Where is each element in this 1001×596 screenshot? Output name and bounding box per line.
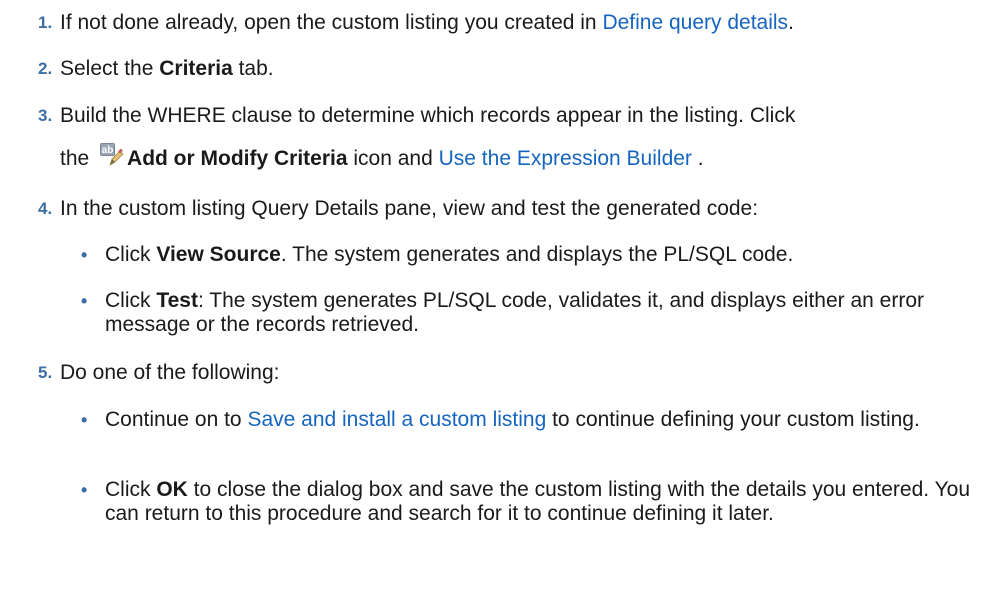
- test-label: Test: [156, 289, 198, 312]
- step-text-prefix: the: [60, 147, 96, 170]
- bullet-text: Continue on to Save and install a custom…: [105, 408, 981, 432]
- step-number: 4.: [38, 199, 53, 218]
- bullet-suffix: to continue defining your custom listing…: [546, 408, 920, 431]
- bullet-suffix: to close the dialog box and save the cus…: [105, 478, 971, 525]
- step-text-line2: the ab Add or Modify Criteria icon and U…: [60, 143, 989, 171]
- step-text: Build the WHERE clause to determine whic…: [60, 104, 989, 171]
- bullet-dot: •: [81, 245, 88, 265]
- add-modify-criteria-label: Add or Modify Criteria: [127, 147, 348, 170]
- bullet-text: Click Test: The system generates PL/SQL …: [105, 289, 981, 337]
- bullet-prefix: Click: [105, 478, 157, 501]
- step-text-suffix: .: [788, 11, 794, 34]
- step-text: If not done already, open the custom lis…: [60, 11, 989, 35]
- step-text-middle: icon and: [347, 147, 439, 170]
- view-source-label: View Source: [156, 243, 281, 266]
- step-text-line1: Build the WHERE clause to determine whic…: [60, 104, 796, 127]
- step-number: 2.: [38, 59, 53, 78]
- save-install-custom-listing-link[interactable]: Save and install a custom listing: [247, 408, 546, 431]
- criteria-tab-label: Criteria: [159, 57, 233, 80]
- bullet-suffix: : The system generates PL/SQL code, vali…: [105, 289, 925, 336]
- ok-label: OK: [156, 478, 188, 501]
- step-text-suffix: .: [691, 147, 704, 170]
- step-text: Do one of the following:: [60, 361, 280, 384]
- step-number: 1.: [38, 13, 53, 32]
- step-number: 5.: [38, 363, 53, 382]
- bullet-suffix: . The system generates and displays the …: [280, 243, 794, 266]
- define-query-details-link[interactable]: Define query details: [602, 11, 788, 34]
- bullet-prefix: Continue on to: [105, 408, 248, 431]
- svg-text:ab: ab: [102, 145, 114, 156]
- step-number: 3.: [38, 106, 53, 125]
- add-modify-criteria-icon: ab: [100, 143, 124, 167]
- bullet-dot: •: [81, 410, 88, 430]
- bullet-text: Click View Source. The system generates …: [105, 243, 981, 267]
- bullet-dot: •: [81, 480, 88, 500]
- bullet-prefix: Click: [105, 243, 157, 266]
- step-text: In the custom listing Query Details pane…: [60, 197, 759, 220]
- bullet-prefix: Click: [105, 289, 157, 312]
- expression-builder-link[interactable]: Use the Expression Builder: [439, 147, 692, 170]
- step-text-prefix: If not done already, open the custom lis…: [60, 11, 603, 34]
- bullet-dot: •: [81, 291, 88, 311]
- step-text: Select the Criteria tab.: [60, 57, 989, 81]
- step-text-prefix: Select the: [60, 57, 160, 80]
- bullet-text: Click OK to close the dialog box and sav…: [105, 478, 981, 526]
- step-text-suffix: tab.: [232, 57, 274, 80]
